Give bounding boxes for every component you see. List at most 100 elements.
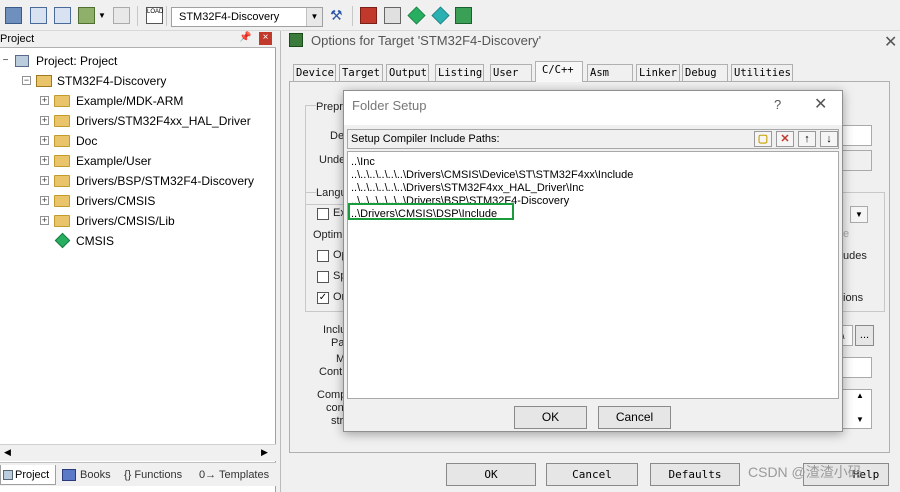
tab-listing[interactable]: Listing (435, 64, 484, 81)
tab-label: Books (80, 469, 111, 481)
tab-templates[interactable]: 0→ Templates (199, 465, 269, 485)
tab-asm[interactable]: Asm (587, 64, 633, 81)
list-item[interactable]: ..\Inc (351, 156, 375, 169)
select-software-packs-icon[interactable] (431, 6, 450, 25)
target-options-icon[interactable]: ⚒ (330, 7, 347, 24)
horizontal-scrollbar[interactable]: ◀ ▶ (0, 444, 276, 461)
expand-icon[interactable]: + (40, 176, 49, 185)
expand-icon[interactable]: + (40, 156, 49, 165)
tab-books[interactable]: Books (62, 465, 111, 485)
rebuild-icon[interactable] (78, 7, 95, 24)
scroll-up-icon[interactable]: ▲ (856, 391, 864, 400)
project-icon (3, 470, 13, 480)
tab-label: {} Functions (124, 469, 183, 481)
stop-build-icon[interactable] (113, 7, 130, 24)
batch-build-icon[interactable] (5, 7, 22, 24)
tree-item-label: STM32F4-Discovery (57, 74, 167, 88)
dialog-title: Folder Setup (352, 98, 427, 113)
include-paths-list[interactable]: ..\Inc ..\..\..\..\..\..\Drivers\CMSIS\D… (347, 151, 839, 399)
folder-icon (54, 95, 70, 107)
scroll-right-icon[interactable]: ▶ (261, 447, 268, 458)
misc-controls-label-2: Contr (319, 366, 346, 378)
folder-setup-dialog: Folder Setup ? ✕ Setup Compiler Include … (343, 90, 843, 432)
tab-target[interactable]: Target (339, 64, 383, 81)
help-icon[interactable]: ? (774, 97, 781, 112)
new-folder-icon[interactable]: ▢ (754, 131, 772, 147)
tree-item-label: Example/User (76, 154, 152, 168)
watermark: CSDN @渣渣小码 (748, 464, 862, 480)
list-item[interactable]: ..\..\..\..\..\..\Drivers\STM32F4xx_HAL_… (351, 182, 584, 195)
tree-item-label: Drivers/STM32F4xx_HAL_Driver (76, 114, 251, 128)
folder-icon (54, 215, 70, 227)
move-down-icon[interactable]: ↓ (820, 131, 838, 147)
execute-only-checkbox[interactable] (317, 208, 329, 220)
toolbar-separator (137, 6, 138, 26)
tab-functions[interactable]: {} Functions (124, 465, 182, 485)
move-up-icon[interactable]: ↑ (798, 131, 816, 147)
split-sections-checkbox[interactable] (317, 271, 329, 283)
folder-icon (54, 155, 70, 167)
tab-linker[interactable]: Linker (636, 64, 680, 81)
expand-icon[interactable]: + (40, 216, 49, 225)
cancel-button[interactable]: Cancel (546, 463, 638, 486)
tree-item-label: CMSIS (76, 234, 115, 248)
scroll-down-icon[interactable]: ▼ (856, 415, 864, 424)
include-paths-header-label: Setup Compiler Include Paths: (351, 133, 500, 145)
close-icon[interactable]: ✕ (814, 94, 827, 114)
folder-icon (54, 115, 70, 127)
build-icon[interactable] (54, 7, 71, 24)
expand-icon[interactable]: + (40, 116, 49, 125)
folder-icon (54, 195, 70, 207)
expand-icon[interactable]: + (40, 196, 49, 205)
options-window-icon (289, 33, 303, 47)
pack-installer-icon[interactable] (455, 7, 472, 24)
toolbar: ▼ LOAD STM32F4-Discovery ▼ ⚒ (0, 0, 900, 31)
file-extensions-icon[interactable] (384, 7, 401, 24)
tree-item-label: Drivers/CMSIS/Lib (76, 214, 175, 228)
tree-item-label: Example/MDK-ARM (76, 94, 184, 108)
include-paths-browse-button[interactable]: ... (855, 325, 874, 346)
manage-project-icon[interactable] (360, 7, 377, 24)
project-panel-title: Project 📌 × (0, 31, 276, 48)
collapse-icon[interactable]: − (22, 76, 31, 85)
one-elf-section-checkbox[interactable]: ✓ (317, 292, 329, 304)
tab-c-cpp[interactable]: C/C++ (535, 61, 583, 82)
tab-output[interactable]: Output (386, 64, 429, 81)
ok-button[interactable]: OK (446, 463, 536, 486)
list-item[interactable]: ..\..\..\..\..\..\Drivers\CMSIS\Device\S… (351, 169, 633, 182)
defaults-button[interactable]: Defaults (650, 463, 740, 486)
expand-icon[interactable]: + (40, 96, 49, 105)
delete-icon[interactable]: ✕ (776, 131, 794, 147)
download-icon[interactable]: LOAD (146, 7, 163, 24)
tab-project[interactable]: Project (0, 465, 56, 485)
project-panel-tabs: Project Books {} Functions 0→ Templates (0, 462, 276, 486)
compiler-string-label: Comp (317, 389, 347, 401)
target-select-value: STM32F4-Discovery (179, 11, 280, 23)
tab-utilities[interactable]: Utilities (731, 64, 793, 81)
dropdown-arrow-icon[interactable]: ▼ (98, 11, 106, 28)
chevron-down-icon[interactable]: ▼ (306, 8, 322, 26)
optimize-time-checkbox[interactable] (317, 250, 329, 262)
target-select[interactable]: STM32F4-Discovery ▼ (171, 7, 323, 27)
tab-debug[interactable]: Debug (682, 64, 728, 81)
ok-button[interactable]: OK (514, 406, 587, 429)
close-icon[interactable]: ✕ (884, 32, 897, 52)
toolbar-separator (352, 6, 353, 26)
cancel-button[interactable]: Cancel (598, 406, 671, 429)
folder-icon (54, 135, 70, 147)
project-panel-title-text: Project (0, 33, 35, 45)
include-paths-header: Setup Compiler Include Paths: ▢ ✕ ↑ ↓ (347, 129, 839, 149)
translate-icon[interactable] (30, 7, 47, 24)
c-standard-dropdown[interactable]: ▼ (850, 206, 868, 223)
pin-icon[interactable]: 📌 (239, 32, 251, 43)
language-label: Langu (316, 187, 347, 199)
folder-icon (54, 175, 70, 187)
close-icon[interactable]: × (259, 32, 272, 45)
dialog-body: Setup Compiler Include Paths: ▢ ✕ ↑ ↓ ..… (344, 125, 842, 431)
project-icon (15, 55, 29, 67)
tab-user[interactable]: User (490, 64, 532, 81)
manage-run-time-env-icon[interactable] (407, 6, 426, 25)
expand-icon[interactable]: + (40, 136, 49, 145)
tab-device[interactable]: Device (293, 64, 336, 81)
scroll-left-icon[interactable]: ◀ (4, 447, 11, 458)
